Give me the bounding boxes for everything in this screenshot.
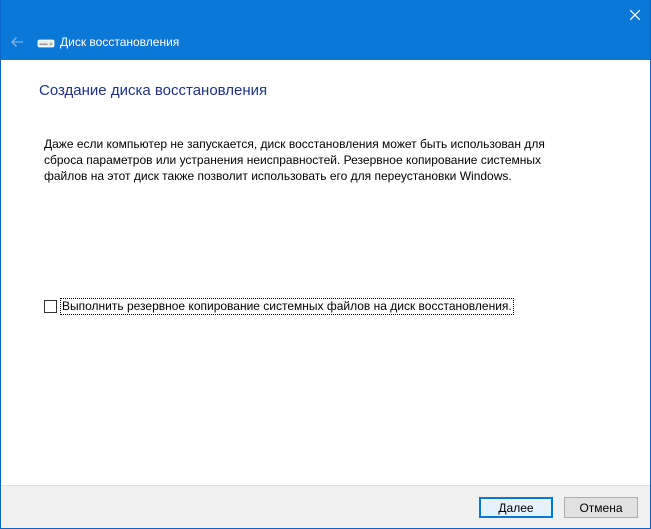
footer-bar: Далее Отмена <box>1 485 650 528</box>
next-button[interactable]: Далее <box>479 497 553 518</box>
backup-system-files-checkbox[interactable] <box>44 300 57 313</box>
close-button[interactable] <box>620 0 650 30</box>
close-icon <box>630 10 640 20</box>
back-button[interactable] <box>7 32 27 52</box>
page-title: Создание диска восстановления <box>39 82 268 99</box>
backup-system-files-option[interactable]: Выполнить резервное копирование системны… <box>44 298 514 315</box>
title-bar: Диск восстановления <box>1 0 650 60</box>
window-title: Диск восстановления <box>60 35 180 49</box>
content-area: Создание диска восстановления Даже если … <box>1 60 650 485</box>
drive-icon <box>37 39 55 48</box>
recovery-drive-window: Диск восстановления Создание диска восст… <box>0 0 651 529</box>
cancel-button[interactable]: Отмена <box>564 497 638 518</box>
description-text: Даже если компьютер не запускается, диск… <box>44 137 545 183</box>
back-arrow-icon <box>11 37 23 47</box>
backup-system-files-label[interactable]: Выполнить резервное копирование системны… <box>60 298 514 315</box>
